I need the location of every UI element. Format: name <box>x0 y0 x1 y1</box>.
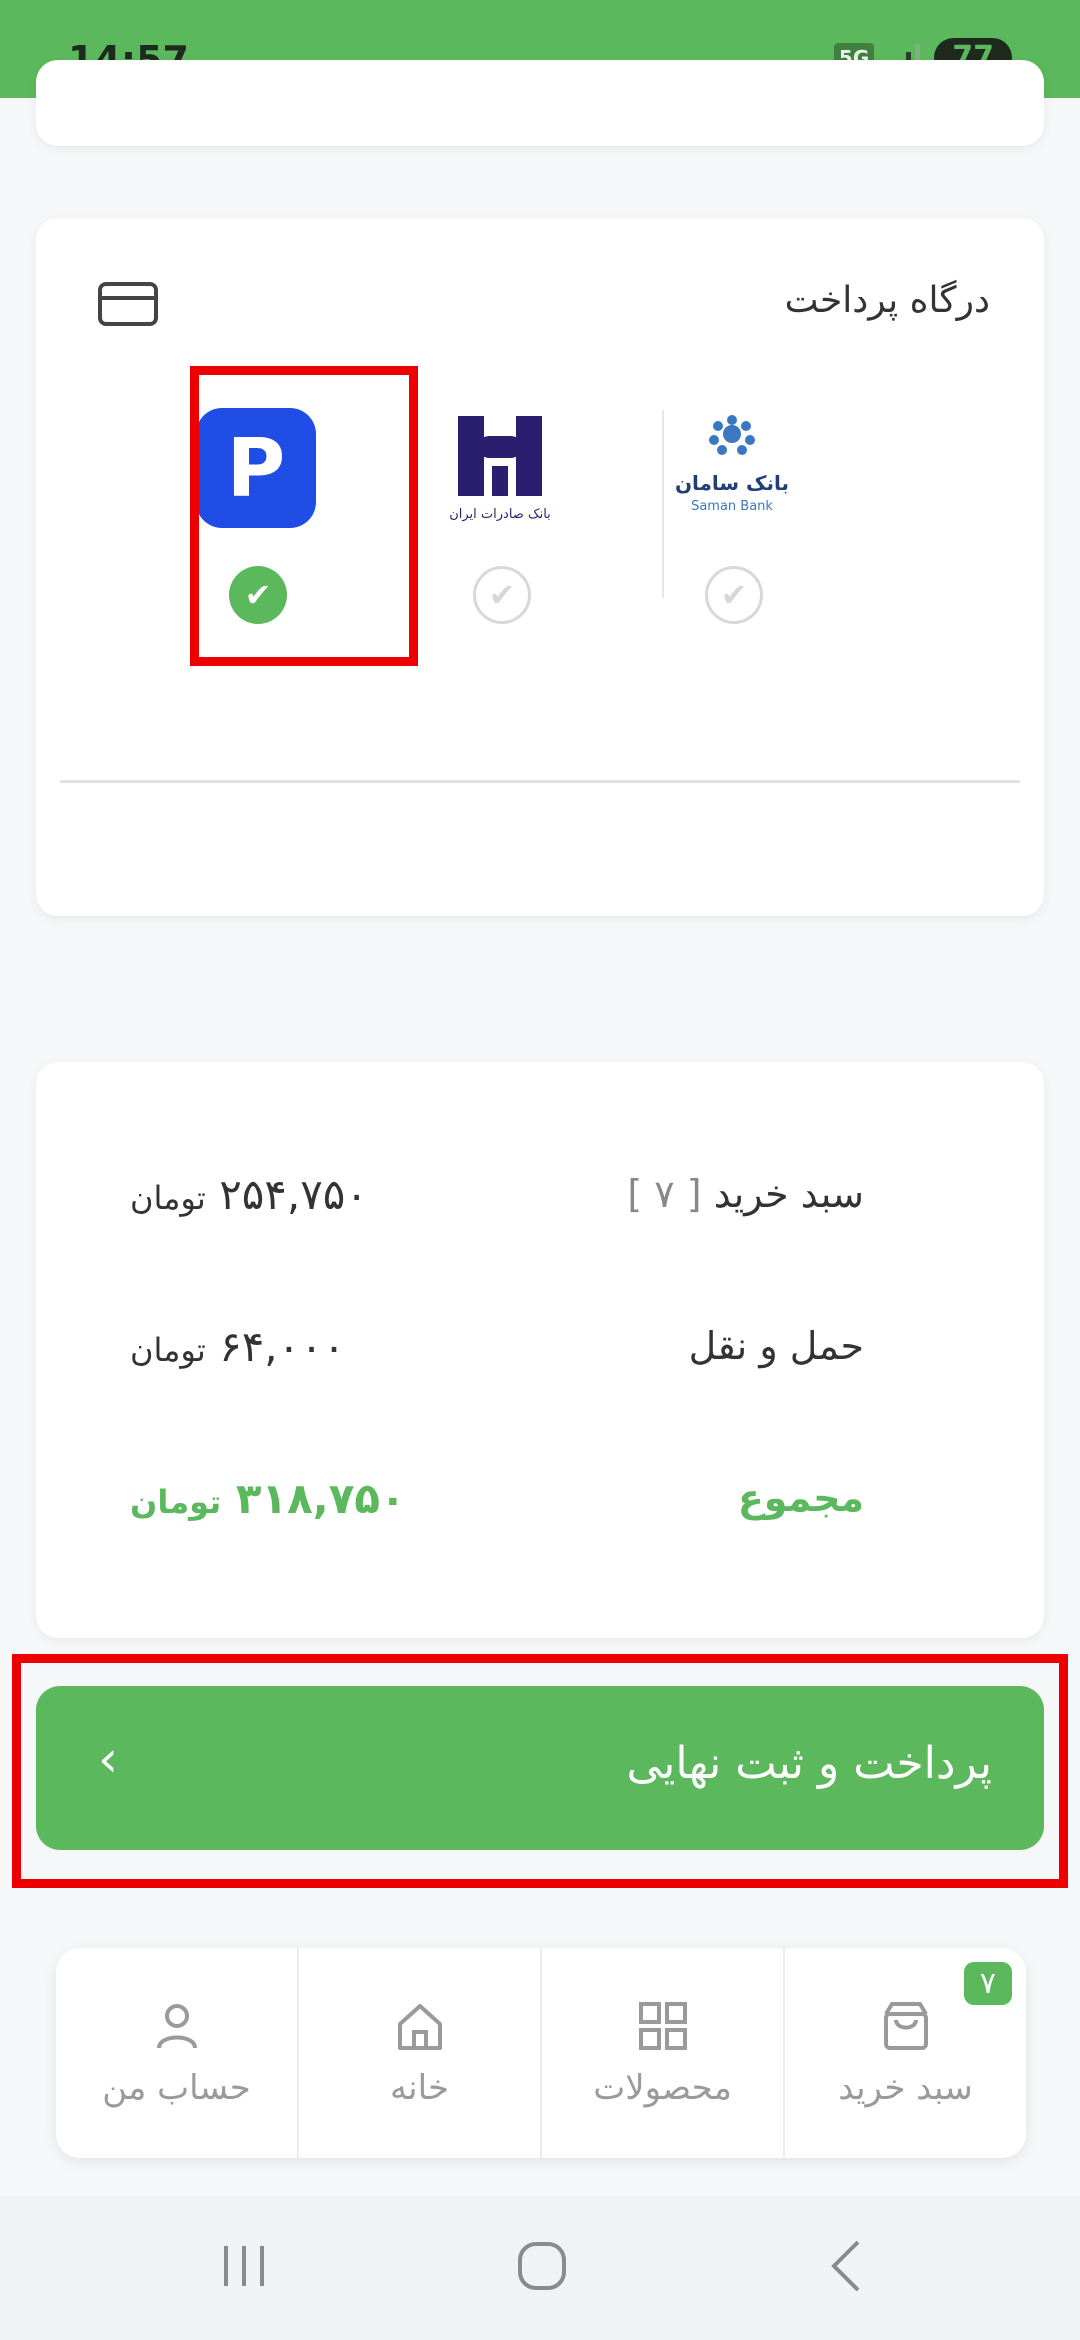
bottom-navigation: حساب من خانه محصولات ۷ سبد خرید <box>56 1948 1026 2158</box>
home-icon <box>397 2004 442 2050</box>
saderat-radio-check-icon[interactable]: ✔ <box>473 566 531 624</box>
nav-item-home[interactable]: خانه <box>299 1948 542 2158</box>
back-icon[interactable] <box>818 2236 878 2296</box>
shipping-currency: تومان <box>130 1331 206 1369</box>
shopping-bag-icon <box>883 2002 928 2050</box>
nav-label-cart: سبد خرید <box>838 2068 973 2108</box>
saderat-logo-fa: بانک صادرات ایران <box>449 507 551 522</box>
nav-label-home: خانه <box>389 2068 450 2108</box>
total-value: ۳۱۸,۷۵۰ تومان <box>130 1474 406 1523</box>
payment-gateway-card: درگاه پرداخت بانک سامان Saman Bank ✔ بان… <box>36 218 1044 916</box>
cart-count: [ ۷ ] <box>627 1172 702 1216</box>
gateway-bottom-divider <box>60 780 1020 783</box>
selected-gateway-highlight <box>190 366 418 666</box>
saman-logo-fa: بانک سامان <box>675 471 789 495</box>
gateway-option-saman[interactable]: بانک سامان Saman Bank ✔ <box>648 366 818 624</box>
shipping-value: ۶۴,۰۰۰ تومان <box>130 1322 345 1371</box>
nav-label-account: حساب من <box>102 2068 251 2108</box>
gateway-divider <box>662 410 664 598</box>
pay-button-highlight <box>12 1654 1068 1888</box>
system-navigation-bar <box>0 2196 1080 2340</box>
nav-label-products: محصولات <box>593 2068 732 2108</box>
cart-amount: ۲۵۴,۷۵۰ <box>219 1170 368 1219</box>
saderat-bank-logo: بانک صادرات ایران <box>449 416 551 522</box>
total-amount: ۳۱۸,۷۵۰ <box>235 1474 406 1523</box>
nav-item-account[interactable]: حساب من <box>56 1948 299 2158</box>
cart-label: سبد خرید <box>713 1172 864 1216</box>
gateway-title: درگاه پرداخت <box>784 280 990 321</box>
cart-badge: ۷ <box>963 1962 1012 2005</box>
saman-bank-logo: بانک سامان Saman Bank <box>675 415 789 514</box>
nav-item-products[interactable]: محصولات <box>542 1948 785 2158</box>
saman-radio-check-icon[interactable]: ✔ <box>705 566 763 624</box>
shipping-amount: ۶۴,۰۰۰ <box>219 1322 346 1371</box>
total-currency: تومان <box>130 1483 222 1521</box>
recent-apps-icon[interactable] <box>214 2236 274 2296</box>
gateway-option-saderat[interactable]: بانک صادرات ایران ✔ <box>416 366 586 624</box>
cart-row-label: سبد خرید [ ۷ ] <box>627 1172 864 1216</box>
grid-icon <box>638 2002 687 2050</box>
saman-logo-en: Saman Bank <box>691 499 773 514</box>
shipping-label: حمل و نقل <box>688 1324 864 1368</box>
total-label: مجموع <box>737 1476 864 1520</box>
previous-card <box>36 60 1044 146</box>
cart-value: ۲۵۴,۷۵۰ تومان <box>130 1170 368 1219</box>
cart-currency: تومان <box>130 1179 206 1217</box>
nav-item-cart[interactable]: ۷ سبد خرید <box>785 1948 1026 2158</box>
order-summary-card: سبد خرید [ ۷ ] ۲۵۴,۷۵۰ تومان حمل و نقل ۶… <box>36 1062 1044 1638</box>
user-icon <box>156 2004 197 2049</box>
home-system-icon[interactable] <box>512 2236 572 2296</box>
credit-card-icon <box>98 282 158 326</box>
